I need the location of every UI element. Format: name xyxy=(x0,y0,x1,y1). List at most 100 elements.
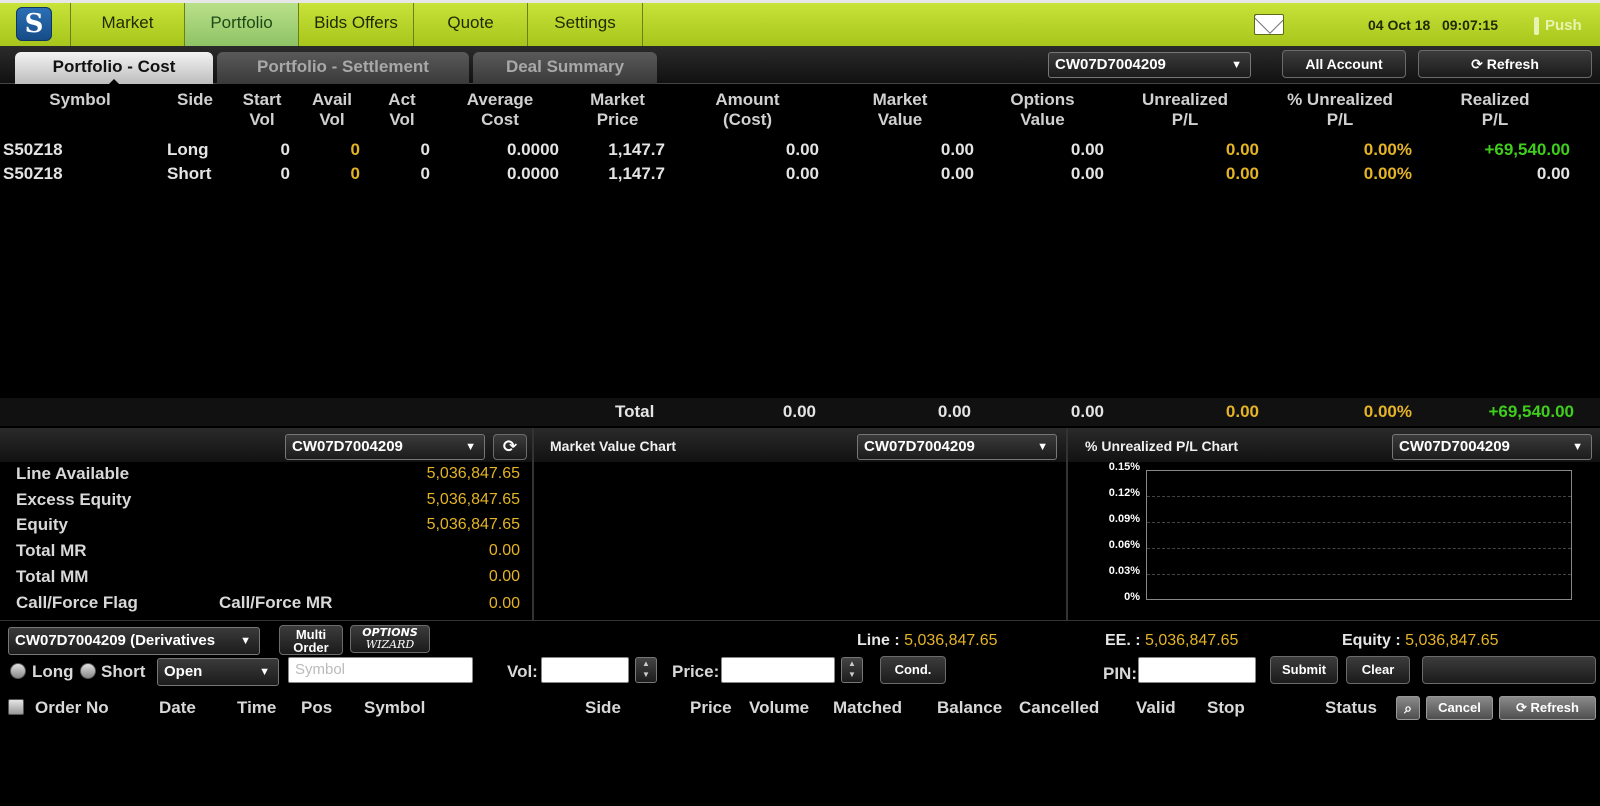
cell-realized-pl: +69,540.00 xyxy=(1484,140,1570,159)
orders-refresh-button[interactable]: ⟳ Refresh xyxy=(1499,696,1596,720)
equity-label: Equity xyxy=(16,515,68,534)
pin-input[interactable] xyxy=(1138,657,1256,683)
summary-refresh-icon[interactable]: ⟳ xyxy=(493,434,527,460)
total-mr-value: 0.00 xyxy=(488,542,520,559)
mail-icon[interactable] xyxy=(1254,14,1284,35)
summary-account-select[interactable]: CW07D7004209 ▼ xyxy=(285,434,485,460)
col-header-unrealized-pl[interactable]: Unrealized P/L xyxy=(1120,90,1250,130)
order-col-stop[interactable]: Stop xyxy=(1207,698,1245,718)
search-icon[interactable]: ⌕ xyxy=(1396,696,1420,720)
grid-line xyxy=(1147,496,1571,497)
pl-chart-account-select[interactable]: CW07D7004209 ▼ xyxy=(1392,434,1592,460)
cell-start-vol: 0 xyxy=(280,140,290,159)
col-header-market-value[interactable]: Market Value xyxy=(850,90,950,130)
vol-input[interactable] xyxy=(541,657,629,683)
price-input[interactable] xyxy=(721,657,835,683)
cell-amount-cost: 0.00 xyxy=(785,164,819,183)
clear-button[interactable]: Clear xyxy=(1346,656,1410,684)
col-header-realized-pl[interactable]: Realized P/L xyxy=(1440,90,1550,130)
price-stepper[interactable]: ▲ ▼ xyxy=(841,657,863,683)
cond-button[interactable]: Cond. xyxy=(880,656,946,684)
order-col-valid[interactable]: Valid xyxy=(1136,698,1176,718)
y-tick-label: 0.03% xyxy=(1108,565,1140,577)
vol-stepper[interactable]: ▲ ▼ xyxy=(635,657,657,683)
market-value-account-select[interactable]: CW07D7004209 ▼ xyxy=(857,434,1057,460)
col-header-avail-vol[interactable]: Avail Vol xyxy=(302,90,362,130)
order-col-volume[interactable]: Volume xyxy=(749,698,809,718)
account-select-value: CW07D7004209 xyxy=(1055,56,1166,73)
order-col-symbol[interactable]: Symbol xyxy=(364,698,425,718)
order-col-balance[interactable]: Balance xyxy=(937,698,1002,718)
order-col-matched[interactable]: Matched xyxy=(833,698,902,718)
cell-act-vol: 0 xyxy=(420,164,430,183)
line-info: Line : 5,036,847.65 xyxy=(857,632,998,649)
cell-avail-vol: 0 xyxy=(350,164,360,183)
pl-chart-account-value: CW07D7004209 xyxy=(1399,438,1510,455)
order-account-select[interactable]: CW07D7004209 (Derivatives ▼ xyxy=(8,627,260,655)
col-header-side[interactable]: Side xyxy=(160,90,230,110)
position-select[interactable]: Open ▼ xyxy=(157,658,279,686)
nav-tab-market[interactable]: Market xyxy=(71,3,185,46)
multi-order-button[interactable]: Multi Order xyxy=(279,625,343,655)
market-value-chart-title: Market Value Chart xyxy=(550,438,677,454)
subtab-portfolio-cost[interactable]: Portfolio - Cost xyxy=(15,52,213,85)
total-mm-label: Total MM xyxy=(16,567,89,586)
col-header-amount-cost[interactable]: Amount (Cost) xyxy=(690,90,805,130)
total-market-value: 0.00 xyxy=(937,402,971,421)
line-available-value: 5,036,847.65 xyxy=(426,465,520,482)
col-header-symbol[interactable]: Symbol xyxy=(30,90,130,110)
options-wizard-button[interactable]: OPTIONS WIZARD xyxy=(350,625,430,653)
divider xyxy=(0,620,1600,621)
position-select-value: Open xyxy=(164,663,203,680)
order-col-price[interactable]: Price xyxy=(690,698,732,718)
equity-value: 5,036,847.65 xyxy=(426,516,520,533)
pin-label: PIN: xyxy=(1103,664,1137,683)
order-col-pos[interactable]: Pos xyxy=(301,698,332,718)
chevron-down-icon: ▼ xyxy=(1231,59,1242,71)
order-col-status[interactable]: Status xyxy=(1325,698,1377,718)
order-col-cancelled[interactable]: Cancelled xyxy=(1019,698,1099,718)
col-header-average-cost[interactable]: Average Cost xyxy=(450,90,550,130)
order-col-time[interactable]: Time xyxy=(237,698,276,718)
cell-market-price: 1,147.7 xyxy=(608,164,665,183)
equity-info-value: 5,036,847.65 xyxy=(1405,632,1499,649)
cancel-order-button[interactable]: Cancel xyxy=(1426,696,1493,720)
subtab-deal-summary[interactable]: Deal Summary xyxy=(473,52,657,84)
cell-symbol: S50Z18 xyxy=(3,164,63,183)
select-all-checkbox[interactable] xyxy=(8,699,24,715)
push-label[interactable]: Push xyxy=(1545,17,1582,34)
order-col-side[interactable]: Side xyxy=(585,698,621,718)
subtab-portfolio-settlement[interactable]: Portfolio - Settlement xyxy=(217,52,469,84)
nav-tab-bids-offers[interactable]: Bids Offers xyxy=(299,3,414,46)
price-label: Price: xyxy=(672,662,720,681)
grid-line xyxy=(1147,522,1571,523)
nav-tab-quote[interactable]: Quote xyxy=(414,3,528,46)
nav-tab-portfolio[interactable]: Portfolio xyxy=(185,3,299,46)
col-header-market-price[interactable]: Market Price xyxy=(570,90,665,130)
cell-market-price: 1,147.7 xyxy=(608,140,665,159)
col-header-pct-unrealized-pl[interactable]: % Unrealized P/L xyxy=(1270,90,1410,130)
short-radio[interactable] xyxy=(80,663,96,679)
call-force-mr-label: Call/Force MR xyxy=(219,593,333,612)
y-tick-label: 0% xyxy=(1124,591,1140,603)
account-select[interactable]: CW07D7004209 ▼ xyxy=(1048,52,1251,78)
long-radio[interactable] xyxy=(10,663,26,679)
short-radio-label[interactable]: Short xyxy=(101,662,145,682)
cell-market-value: 0.00 xyxy=(940,140,974,159)
nav-tab-settings[interactable]: Settings xyxy=(528,3,643,46)
chevron-down-icon: ▼ xyxy=(240,635,251,647)
col-header-options-value[interactable]: Options Value xyxy=(990,90,1095,130)
order-col-date[interactable]: Date xyxy=(159,698,196,718)
ee-info-value: 5,036,847.65 xyxy=(1145,632,1239,649)
order-col-order-no[interactable]: Order No xyxy=(35,698,109,718)
y-tick-label: 0.15% xyxy=(1108,461,1140,473)
all-account-button[interactable]: All Account xyxy=(1282,50,1406,78)
col-header-start-vol[interactable]: Start Vol xyxy=(232,90,292,130)
long-radio-label[interactable]: Long xyxy=(32,662,74,682)
cell-pct-unrealized-pl: 0.00% xyxy=(1363,164,1412,183)
line-info-value: 5,036,847.65 xyxy=(904,632,998,649)
submit-button[interactable]: Submit xyxy=(1270,656,1338,684)
symbol-input[interactable]: Symbol xyxy=(288,657,473,683)
col-header-act-vol[interactable]: Act Vol xyxy=(372,90,432,130)
refresh-button[interactable]: ⟳ Refresh xyxy=(1418,50,1592,78)
